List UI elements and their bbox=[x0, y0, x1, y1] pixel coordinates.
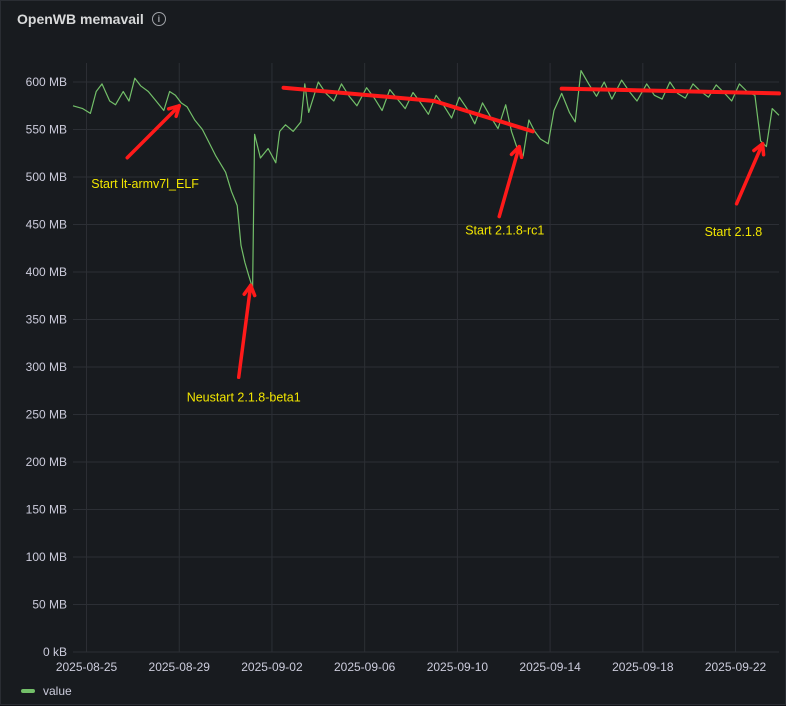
y-tick-label: 0 kB bbox=[43, 645, 67, 659]
x-tick-label: 2025-09-10 bbox=[427, 660, 489, 674]
annotation-arrow-shaft bbox=[734, 142, 765, 206]
y-tick-label: 250 MB bbox=[26, 408, 67, 422]
chart-panel: OpenWB memavail i 0 kB 50 MB 100 MB 150 MB 2… bbox=[0, 0, 786, 705]
y-tick-label: 500 MB bbox=[26, 170, 67, 184]
annotation-label: Start lt-armv7l_ELF bbox=[91, 177, 199, 191]
y-tick-label: 550 MB bbox=[26, 123, 67, 137]
y-tick-label: 150 MB bbox=[26, 503, 67, 517]
y-tick-label: 200 MB bbox=[26, 455, 67, 469]
y-tick-label: 450 MB bbox=[26, 218, 67, 232]
x-tick-label: 2025-09-14 bbox=[519, 660, 581, 674]
annotation-label: Start 2.1.8 bbox=[705, 225, 763, 239]
y-tick-label: 100 MB bbox=[26, 550, 67, 564]
legend-swatch bbox=[21, 689, 35, 693]
annotation-arrow-shaft bbox=[497, 144, 521, 219]
x-tick-label: 2025-08-25 bbox=[56, 660, 118, 674]
x-tick-label: 2025-09-02 bbox=[241, 660, 303, 674]
y-tick-label: 50 MB bbox=[32, 598, 67, 612]
x-tick-label: 2025-09-18 bbox=[612, 660, 674, 674]
y-tick-label: 400 MB bbox=[26, 265, 67, 279]
annotation-arrow-shaft bbox=[236, 283, 253, 380]
y-tick-label: 600 MB bbox=[26, 75, 67, 89]
x-tick-label: 2025-09-06 bbox=[334, 660, 396, 674]
y-tick-label: 300 MB bbox=[26, 360, 67, 374]
memavail-chart[interactable]: 0 kB 50 MB 100 MB 150 MB 200 MB 250 MB 300 MB 3… bbox=[1, 1, 786, 706]
legend-label: value bbox=[43, 684, 72, 698]
annotation-arrow-shaft bbox=[125, 104, 181, 160]
annotation-label: Start 2.1.8-rc1 bbox=[465, 224, 544, 238]
x-tick-label: 2025-08-29 bbox=[149, 660, 211, 674]
legend-item-value[interactable]: value bbox=[21, 684, 72, 698]
x-tick-label: 2025-09-22 bbox=[705, 660, 767, 674]
y-tick-label: 350 MB bbox=[26, 313, 67, 327]
annotation-label: Neustart 2.1.8-beta1 bbox=[187, 390, 301, 404]
